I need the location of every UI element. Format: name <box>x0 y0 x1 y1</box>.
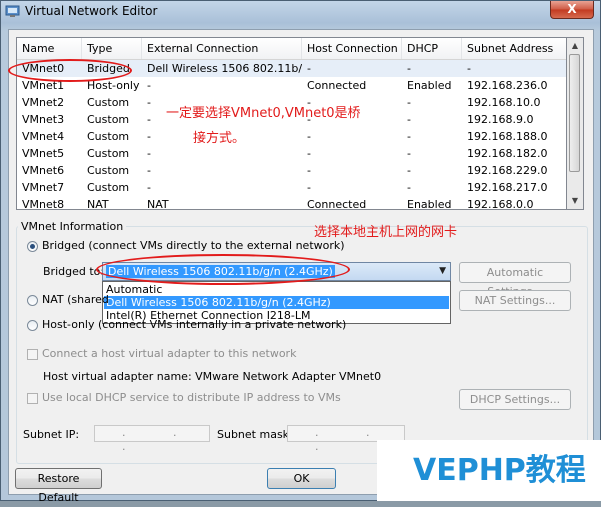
table-cell-dhcp: - <box>407 147 411 160</box>
table-cell-host: - <box>307 147 311 160</box>
title-bar[interactable]: Virtual Network Editor X <box>1 1 600 23</box>
table-row[interactable]: VMnet5 Custom - - - 192.168.182.0 <box>17 145 566 162</box>
dropdown-option-dell-wireless[interactable]: Dell Wireless 1506 802.11b/g/n (2.4GHz) <box>104 296 449 309</box>
close-button[interactable]: X <box>550 1 594 19</box>
table-cell-host: - <box>307 181 311 194</box>
table-cell-dhcp: - <box>407 62 411 75</box>
table-row[interactable]: VMnet4 Custom - - -192.168.188.0 <box>17 128 566 145</box>
table-cell-subnet: 192.168.10.0 <box>467 96 541 109</box>
table-cell-external: - <box>147 79 151 92</box>
automatic-settings-button[interactable]: Automatic Settings... <box>459 262 571 298</box>
dhcp-settings-button[interactable]: DHCP Settings... <box>459 389 571 410</box>
table-cell-name: VMnet6 <box>22 164 65 177</box>
column-header-dhcp[interactable]: DHCP <box>402 38 462 59</box>
table-cell-type: Custom <box>87 181 130 194</box>
column-header-subnet-address[interactable]: Subnet Address <box>462 38 566 59</box>
watermark-logo: VEPHP教程 <box>377 440 601 501</box>
table-cell-external: Dell Wireless 1506 802.11b/... <box>147 62 302 75</box>
subnet-ip-label: Subnet IP: <box>23 428 80 441</box>
table-cell-type: Custom <box>87 130 130 143</box>
annotation-note-adapter: 选择本地主机上网的网卡 <box>314 225 458 240</box>
table-cell-external: - <box>147 147 151 160</box>
table-cell-dhcp: - <box>407 130 411 143</box>
table-cell-name: VMnet2 <box>22 96 65 109</box>
restore-default-button[interactable]: Restore Default <box>15 468 102 504</box>
table-cell-host: Connected <box>307 198 367 210</box>
table-cell-dhcp: - <box>407 96 411 109</box>
table-cell-subnet: 192.168.0.0 <box>467 198 534 210</box>
dropdown-option-automatic[interactable]: Automatic <box>104 283 449 296</box>
table-cell-subnet: 192.168.229.0 <box>467 164 548 177</box>
host-only-label[interactable]: Host-only (connect VMs internally in a p… <box>42 318 346 331</box>
table-cell-subnet: 192.168.188.0 <box>467 130 548 143</box>
network-editor-icon <box>5 5 20 17</box>
table-cell-host: Connected <box>307 79 367 92</box>
table-row[interactable]: VMnet8 NAT NAT Connected Enabled 192.168.0.0 <box>17 196 566 210</box>
table-rows: VMnet0 Bridged Dell Wireless 1506 802.11b/… <box>17 60 566 210</box>
column-header-name[interactable]: Name <box>17 38 82 59</box>
annotation-note-line2: 接方式。 <box>193 131 246 146</box>
connect-adapter-checkbox[interactable] <box>27 349 38 360</box>
nat-label[interactable]: NAT (shared <box>42 293 109 306</box>
table-cell-name: VMnet3 <box>22 113 65 126</box>
host-adapter-name-label: Host virtual adapter name: VMware Networ… <box>43 370 382 383</box>
nat-settings-button[interactable]: NAT Settings... <box>459 290 571 311</box>
window-title: Virtual Network Editor <box>25 4 158 18</box>
table-header: Name Type External Connection Host Conne… <box>17 38 566 60</box>
bridged-radio[interactable] <box>27 241 38 252</box>
table-cell-type: Custom <box>87 96 130 109</box>
table-cell-subnet: 192.168.9.0 <box>467 113 534 126</box>
table-cell-subnet: 192.168.217.0 <box>467 181 548 194</box>
table-cell-dhcp: Enabled <box>407 198 452 210</box>
connect-adapter-label: Connect a host virtual adapter to this n… <box>42 347 297 360</box>
table-cell-external: - <box>147 164 151 177</box>
annotation-note-line1: 一定要选择VMnet0,VMnet0是桥 <box>166 106 361 121</box>
table-cell-dhcp: - <box>407 164 411 177</box>
table-cell-external: NAT <box>147 198 169 210</box>
adapter-highlight-oval <box>96 254 350 285</box>
table-cell-external: - <box>147 181 151 194</box>
bridged-label[interactable]: Bridged (connect VMs directly to the ext… <box>42 239 345 252</box>
scroll-up-icon[interactable]: ▲ <box>569 39 581 53</box>
table-cell-subnet: - <box>467 62 471 75</box>
dhcp-label: Use local DHCP service to distribute IP … <box>42 391 341 404</box>
table-cell-dhcp: Enabled <box>407 79 452 92</box>
scroll-thumb[interactable] <box>569 54 580 172</box>
dhcp-checkbox[interactable] <box>27 393 38 404</box>
table-cell-name: VMnet7 <box>22 181 65 194</box>
column-header-host-connection[interactable]: Host Connection <box>302 38 402 59</box>
table-cell-type: NAT <box>87 198 109 210</box>
subnet-mask-label: Subnet mask: <box>217 428 293 441</box>
table-row[interactable]: VMnet7 Custom - - - 192.168.217.0 <box>17 179 566 196</box>
table-cell-type: Custom <box>87 147 130 160</box>
table-cell-name: VMnet8 <box>22 198 65 210</box>
vmnet-information-title: VMnet Information <box>18 220 127 233</box>
dropdown-arrow-icon[interactable]: ▼ <box>439 266 446 276</box>
table-cell-subnet: 192.168.182.0 <box>467 147 548 160</box>
table-cell-host: - <box>307 62 311 75</box>
table-scrollbar[interactable]: ▲ ▼ <box>567 37 584 210</box>
table-cell-type: Custom <box>87 113 130 126</box>
nat-radio[interactable] <box>27 295 38 306</box>
vmnet0-highlight-oval <box>8 59 132 82</box>
column-header-external-connection[interactable]: External Connection <box>142 38 302 59</box>
host-only-radio[interactable] <box>27 320 38 331</box>
bridged-to-label: Bridged to: <box>43 265 105 278</box>
column-header-type[interactable]: Type <box>82 38 142 59</box>
table-cell-name: VMnet5 <box>22 147 65 160</box>
table-cell-host: - <box>307 130 311 143</box>
subnet-ip-input[interactable]: . . . <box>94 425 210 453</box>
table-cell-dhcp: - <box>407 181 411 194</box>
table-cell-subnet: 192.168.236.0 <box>467 79 548 92</box>
table-cell-dhcp: - <box>407 113 411 126</box>
ok-button[interactable]: OK <box>267 468 336 489</box>
scroll-down-icon[interactable]: ▼ <box>569 194 581 208</box>
table-cell-type: Custom <box>87 164 130 177</box>
table-row[interactable]: VMnet6 Custom - - - 192.168.229.0 <box>17 162 566 179</box>
table-cell-host: - <box>307 164 311 177</box>
table-cell-name: VMnet4 <box>22 130 65 143</box>
